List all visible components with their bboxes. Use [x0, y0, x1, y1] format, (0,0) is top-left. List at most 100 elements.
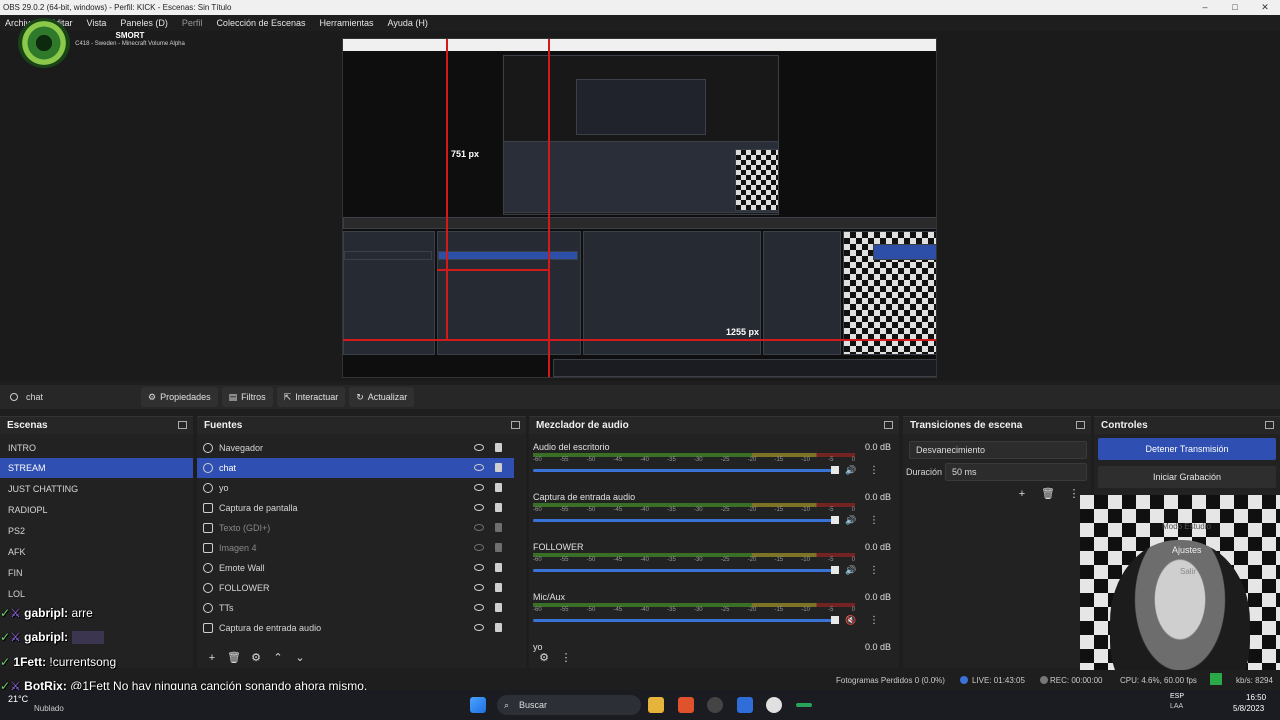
- source-item[interactable]: Captura de pantalla: [197, 498, 514, 518]
- move-down-button[interactable]: ⌄: [293, 651, 307, 665]
- lock-icon[interactable]: [495, 503, 502, 512]
- taskbar-search[interactable]: ⌕ Buscar: [497, 695, 641, 715]
- volume-slider-handle[interactable]: [831, 466, 839, 474]
- eye-icon[interactable]: [474, 584, 484, 591]
- undock-icon[interactable]: [1265, 421, 1274, 429]
- source-item[interactable]: Emote Wall: [197, 558, 514, 578]
- source-item[interactable]: Navegador: [197, 438, 514, 458]
- eye-hidden-icon[interactable]: [474, 544, 484, 551]
- source-item[interactable]: Texto (GDI+): [197, 518, 514, 538]
- menu-ayuda[interactable]: Ayuda (H): [388, 15, 428, 31]
- volume-slider[interactable]: [533, 516, 839, 524]
- volume-slider[interactable]: [533, 466, 839, 474]
- remove-source-button[interactable]: 🗑: [227, 651, 241, 665]
- undock-icon[interactable]: [884, 421, 893, 429]
- menu-herramientas[interactable]: Herramientas: [320, 15, 374, 31]
- lock-icon[interactable]: [495, 523, 502, 532]
- source-item[interactable]: Imagen 4: [197, 538, 514, 558]
- menu-vista[interactable]: Vista: [87, 15, 107, 31]
- source-item[interactable]: Captura de entrada audio: [197, 618, 514, 638]
- menu-perfil[interactable]: Perfil: [182, 15, 203, 31]
- remove-transition-button[interactable]: 🗑: [1041, 487, 1055, 501]
- add-source-button[interactable]: +: [205, 651, 219, 665]
- volume-slider-handle[interactable]: [831, 566, 839, 574]
- source-item[interactable]: FOLLOWER: [197, 578, 514, 598]
- scene-item-ps2[interactable]: PS2: [0, 521, 193, 541]
- preview-canvas[interactable]: 751 px 1255 px: [342, 38, 937, 378]
- lock-icon[interactable]: [495, 463, 502, 472]
- transition-select[interactable]: Desvanecimiento: [909, 441, 1087, 459]
- mixer-settings-button[interactable]: ⚙: [537, 651, 551, 665]
- muted-speaker-icon[interactable]: 🔇: [845, 616, 856, 625]
- file-explorer-icon[interactable]: [648, 697, 664, 713]
- scene-item-just-chatting[interactable]: JUST CHATTING: [0, 479, 193, 499]
- lock-icon[interactable]: [495, 623, 502, 632]
- clock-date[interactable]: 5/8/2023: [1233, 704, 1264, 713]
- eye-icon[interactable]: [474, 484, 484, 491]
- lock-icon[interactable]: [495, 583, 502, 592]
- eye-icon[interactable]: [474, 604, 484, 611]
- scene-item-lol[interactable]: LOL: [0, 584, 193, 604]
- eye-icon[interactable]: [474, 504, 484, 511]
- studio-mode-button[interactable]: Modo Estudio: [1162, 522, 1211, 531]
- channel-menu-icon[interactable]: ⋮: [869, 466, 879, 476]
- menu-coleccion[interactable]: Colección de Escenas: [216, 15, 305, 31]
- steam-icon[interactable]: [766, 697, 782, 713]
- lock-icon[interactable]: [495, 443, 502, 452]
- app-icon[interactable]: [796, 703, 812, 707]
- eye-icon[interactable]: [474, 444, 484, 451]
- undock-icon[interactable]: [178, 421, 187, 429]
- lock-icon[interactable]: [495, 563, 502, 572]
- source-item[interactable]: TTs: [197, 598, 514, 618]
- menu-paneles[interactable]: Paneles (D): [120, 15, 168, 31]
- volume-slider-handle[interactable]: [831, 516, 839, 524]
- stop-streaming-button[interactable]: Detener Transmisión: [1098, 438, 1276, 460]
- add-transition-button[interactable]: +: [1015, 487, 1029, 501]
- eye-hidden-icon[interactable]: [474, 524, 484, 531]
- minimize-icon[interactable]: –: [1190, 0, 1220, 15]
- scene-item-intro[interactable]: INTRO: [0, 438, 193, 458]
- lock-icon[interactable]: [495, 543, 502, 552]
- obs-icon[interactable]: [707, 697, 723, 713]
- channel-menu-icon[interactable]: ⋮: [869, 516, 879, 526]
- lock-icon[interactable]: [495, 603, 502, 612]
- eye-icon[interactable]: [474, 564, 484, 571]
- speaker-icon[interactable]: 🔊: [845, 566, 856, 575]
- windows-start-icon[interactable]: [470, 697, 486, 713]
- scene-item-stream[interactable]: STREAM: [0, 458, 193, 478]
- scene-item-radiopl[interactable]: RADIOPL: [0, 500, 193, 520]
- undock-icon[interactable]: [511, 421, 520, 429]
- brave-browser-icon[interactable]: [678, 697, 694, 713]
- close-icon[interactable]: ✕: [1250, 0, 1280, 15]
- properties-button[interactable]: ⚙ Propiedades: [141, 387, 218, 407]
- volume-slider-handle[interactable]: [831, 616, 839, 624]
- start-recording-button[interactable]: Iniciar Grabación: [1098, 466, 1276, 488]
- volume-slider[interactable]: [533, 566, 839, 574]
- scene-item-fin[interactable]: FIN: [0, 563, 193, 583]
- scene-item-afk[interactable]: AFK: [0, 542, 193, 562]
- filters-button[interactable]: ▤ Filtros: [221, 387, 273, 407]
- clock-time[interactable]: 16:50: [1246, 693, 1266, 702]
- speaker-icon[interactable]: 🔊: [845, 466, 856, 475]
- refresh-button[interactable]: ↻ Actualizar: [349, 387, 415, 407]
- language-indicator[interactable]: ESP: [1170, 693, 1184, 700]
- speaker-icon[interactable]: 🔊: [845, 516, 856, 525]
- eye-icon[interactable]: [474, 624, 484, 631]
- exit-button[interactable]: Salir: [1180, 567, 1196, 576]
- mixer-menu-button[interactable]: ⋮: [559, 651, 573, 665]
- source-item[interactable]: yo: [197, 478, 514, 498]
- channel-menu-icon[interactable]: ⋮: [869, 566, 879, 576]
- channel-menu-icon[interactable]: ⋮: [869, 616, 879, 626]
- source-settings-button[interactable]: ⚙: [249, 651, 263, 665]
- undock-icon[interactable]: [1076, 421, 1085, 429]
- eye-icon[interactable]: [474, 464, 484, 471]
- source-item[interactable]: chat: [197, 458, 514, 478]
- interact-button[interactable]: ⇱ Interactuar: [276, 387, 346, 407]
- duration-input[interactable]: 50 ms: [945, 463, 1087, 481]
- transition-menu-button[interactable]: ⋮: [1067, 487, 1081, 501]
- app-icon[interactable]: [737, 697, 753, 713]
- move-up-button[interactable]: ⌃: [271, 651, 285, 665]
- lock-icon[interactable]: [495, 483, 502, 492]
- settings-button[interactable]: Ajustes: [1172, 545, 1202, 555]
- volume-slider[interactable]: [533, 616, 839, 624]
